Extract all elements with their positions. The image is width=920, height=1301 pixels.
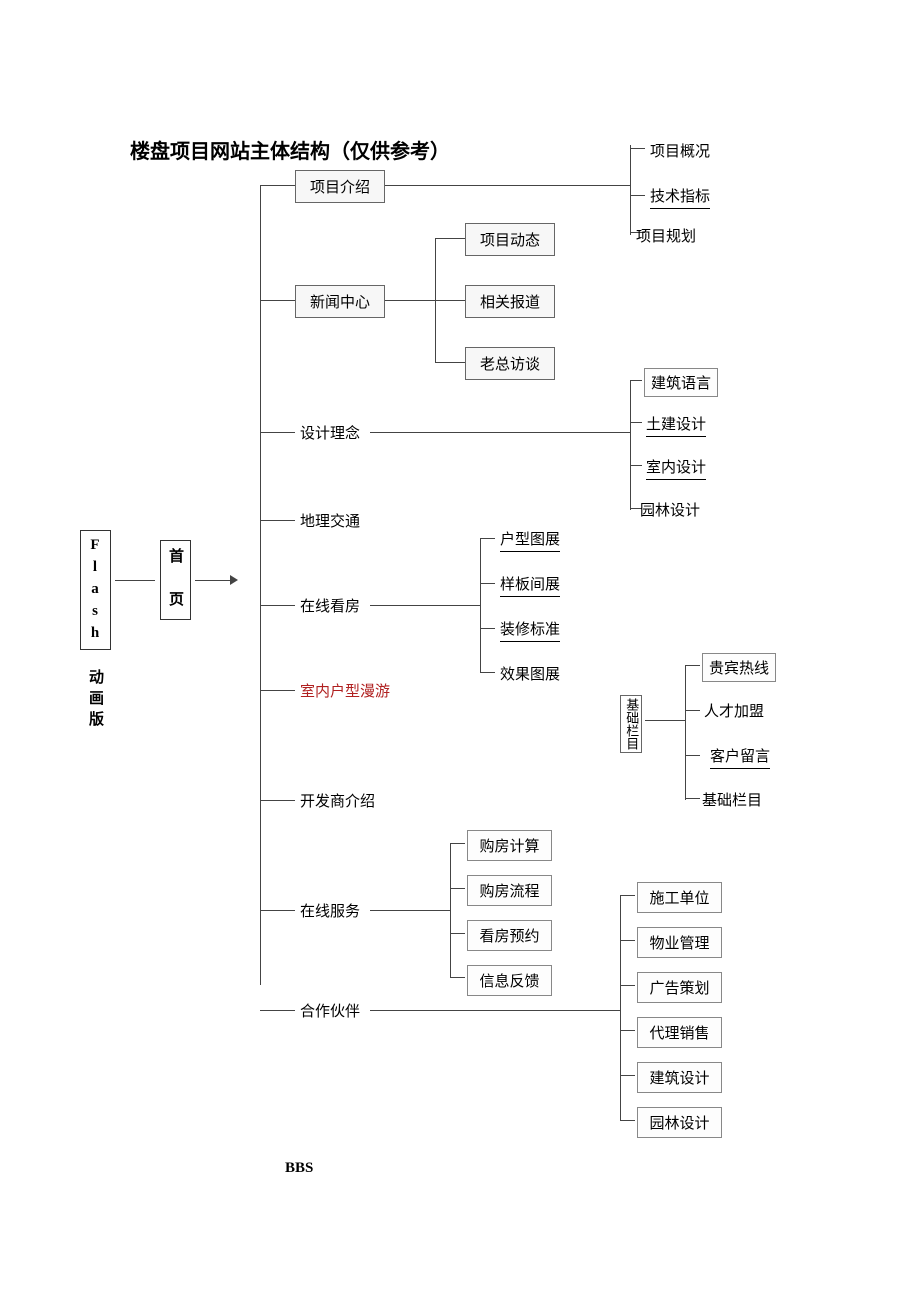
node-developer: 开发商介绍 bbox=[300, 790, 375, 811]
node-calc: 购房计算 bbox=[467, 830, 552, 861]
node-interior: 室内设计 bbox=[646, 456, 706, 480]
node-online-service: 在线服务 bbox=[300, 900, 360, 921]
node-decoration: 装修标准 bbox=[500, 618, 560, 642]
node-interview: 老总访谈 bbox=[465, 347, 555, 380]
node-feedback: 信息反馈 bbox=[467, 965, 552, 996]
node-arch-lang: 建筑语言 bbox=[644, 368, 718, 397]
node-home: 首 页 bbox=[160, 540, 191, 620]
node-arch-design: 建筑设计 bbox=[637, 1062, 722, 1093]
node-hotline: 贵宾热线 bbox=[702, 653, 776, 682]
node-agent: 代理销售 bbox=[637, 1017, 722, 1048]
node-floorplan: 户型图展 bbox=[500, 528, 560, 552]
node-partners: 合作伙伴 bbox=[300, 1000, 360, 1021]
arrow-icon bbox=[230, 575, 238, 585]
node-planning: 项目规划 bbox=[636, 225, 696, 246]
node-appoint: 看房预约 bbox=[467, 920, 552, 951]
node-flash: Flash 动画版 bbox=[80, 530, 111, 650]
node-property: 物业管理 bbox=[637, 927, 722, 958]
node-indoor-roam: 室内户型漫游 bbox=[300, 680, 390, 701]
node-home-label: 首 页 bbox=[167, 548, 183, 612]
node-base: 基础栏目 bbox=[702, 789, 762, 810]
node-news-center: 新闻中心 bbox=[295, 285, 385, 318]
node-bbs: BBS bbox=[285, 1160, 313, 1177]
node-rendering: 效果图展 bbox=[500, 663, 560, 684]
node-design-concept: 设计理念 bbox=[300, 422, 360, 443]
node-landscape: 园林设计 bbox=[640, 499, 700, 520]
node-geo-traffic: 地理交通 bbox=[300, 510, 360, 531]
node-civil: 土建设计 bbox=[646, 413, 706, 437]
node-hr: 人才加盟 bbox=[704, 700, 764, 721]
node-landscape-design: 园林设计 bbox=[637, 1107, 722, 1138]
node-construction: 施工单位 bbox=[637, 882, 722, 913]
node-project-intro: 项目介绍 bbox=[295, 170, 385, 203]
node-base-column: 基础栏目 bbox=[620, 695, 642, 753]
node-overview: 项目概况 bbox=[650, 140, 710, 161]
node-online-view: 在线看房 bbox=[300, 595, 360, 616]
node-flash-label: Flash 动画版 bbox=[87, 537, 103, 732]
node-ad: 广告策划 bbox=[637, 972, 722, 1003]
page-title: 楼盘项目网站主体结构（仅供参考） bbox=[130, 135, 450, 164]
node-process: 购房流程 bbox=[467, 875, 552, 906]
node-guestbook: 客户留言 bbox=[710, 745, 770, 769]
node-tech-index: 技术指标 bbox=[650, 185, 710, 209]
node-reports: 相关报道 bbox=[465, 285, 555, 318]
node-dynamics: 项目动态 bbox=[465, 223, 555, 256]
node-showroom: 样板间展 bbox=[500, 573, 560, 597]
